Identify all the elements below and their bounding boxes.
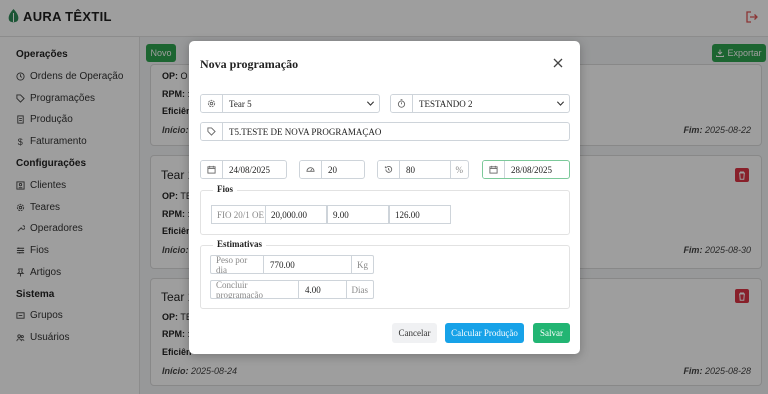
concluir-value: 4.00	[305, 284, 321, 295]
rpm-field[interactable]: 20	[299, 160, 365, 179]
peso-unit: Kg	[351, 256, 373, 273]
efficiency-value: 80	[406, 164, 415, 175]
close-icon[interactable]	[553, 58, 563, 68]
modal-title: Nova programação	[200, 57, 299, 71]
fio-quantity-field[interactable]: 20,000.00	[265, 205, 327, 224]
fio-value3-field[interactable]: 126.00	[389, 205, 451, 224]
peso-value: 770.00	[270, 259, 295, 270]
fio-value2-field[interactable]: 9.00	[327, 205, 389, 224]
estimativas-legend: Estimativas	[213, 239, 266, 249]
fios-legend: Fios	[213, 184, 238, 194]
calcular-producao-button[interactable]: Calcular Produção	[445, 323, 524, 343]
tear-select-value: Tear 5	[229, 98, 252, 109]
end-date-field[interactable]: 28/08/2025	[482, 160, 570, 179]
efficiency-field[interactable]: 80 %	[377, 160, 469, 179]
nova-programacao-modal: Nova programação Tear 5 TESTANDO 2 T5.TE…	[189, 41, 580, 354]
gauge-icon	[306, 167, 315, 172]
descricao-field[interactable]: T5.TESTE DE NOVA PROGRAMAÇAO	[200, 122, 570, 141]
end-date-value: 28/08/2025	[511, 164, 553, 175]
op-select[interactable]: TESTANDO 2	[390, 94, 570, 113]
fio-name-field[interactable]: FIO 20/1 OE	[211, 205, 266, 224]
tear-select[interactable]: Tear 5	[200, 94, 380, 113]
calendar-icon	[489, 165, 498, 174]
start-date-value: 24/08/2025	[229, 164, 271, 175]
gear-icon	[207, 99, 216, 108]
op-select-value: TESTANDO 2	[419, 98, 473, 109]
tag-icon	[207, 127, 216, 136]
descricao-value: T5.TESTE DE NOVA PROGRAMAÇAO	[229, 126, 382, 137]
cancel-button[interactable]: Cancelar	[392, 323, 437, 343]
start-date-field[interactable]: 24/08/2025	[200, 160, 287, 179]
percent-addon: %	[449, 161, 469, 178]
rpm-value: 20	[328, 164, 337, 175]
chevron-down-icon	[556, 101, 564, 106]
stopwatch-icon	[397, 99, 406, 108]
concluir-field[interactable]: Concluir programação 4.00 Dias	[210, 280, 374, 299]
concluir-label: Concluir programação	[211, 281, 299, 298]
peso-label: Peso por dia	[211, 256, 264, 273]
calendar-icon	[207, 165, 216, 174]
history-icon	[384, 165, 393, 173]
save-button[interactable]: Salvar	[533, 323, 570, 343]
peso-por-dia-field[interactable]: Peso por dia 770.00 Kg	[210, 255, 374, 274]
chevron-down-icon	[366, 101, 374, 106]
concluir-unit: Dias	[345, 281, 374, 298]
